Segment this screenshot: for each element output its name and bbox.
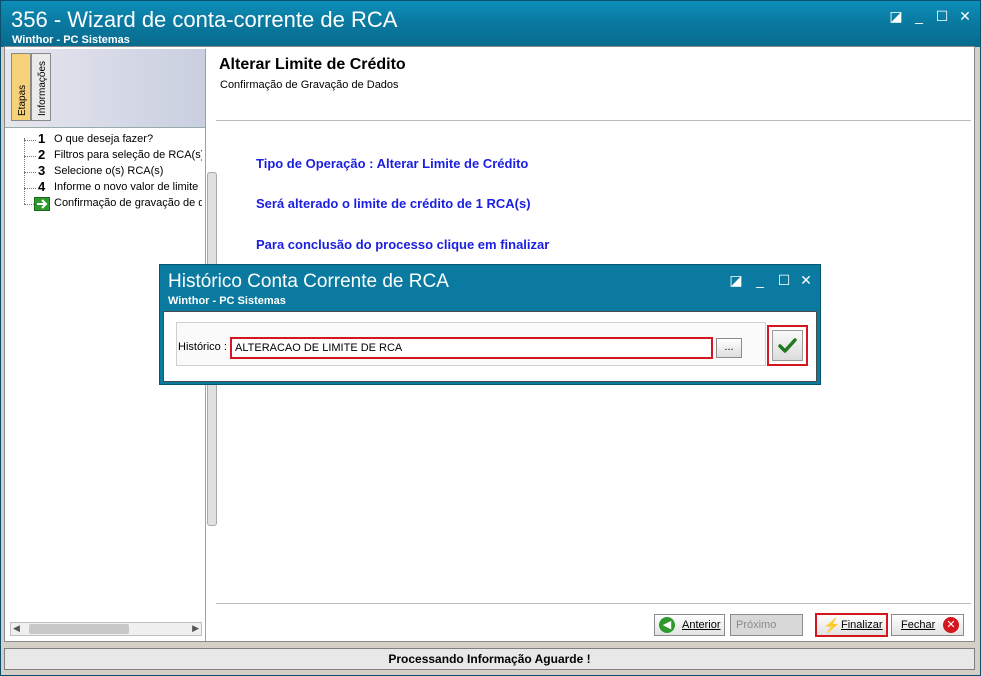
proximo-button[interactable]: Próximo [730,614,803,636]
dialog-maximize-icon[interactable]: ☐ [776,273,792,287]
ellipsis-button[interactable]: ... [716,338,742,358]
instruction-text: Para conclusão do processo clique em fin… [256,237,550,252]
status-text: Processando Informação Aguarde ! [388,652,591,666]
lightning-icon: ⚡ [823,617,841,633]
dialog-title: Histórico Conta Corrente de RCA [168,271,449,292]
bottom-separator [216,603,971,604]
step-label: Selecione o(s) RCA(s) [54,165,164,177]
confirm-button[interactable] [767,325,808,366]
step-item-2[interactable]: 2 Filtros para seleção de RCA(s) [10,148,202,164]
step-label: Filtros para seleção de RCA(s) [54,149,202,161]
dialog-subtitle: Winthor - PC Sistemas [168,295,286,307]
anterior-button[interactable]: ◀ Anterior [654,614,725,636]
historico-label: Histórico : [178,341,227,353]
arrow-left-icon: ◀ [659,617,675,633]
historico-dialog: Histórico Conta Corrente de RCA Winthor … [159,264,821,385]
title-bar[interactable]: 356 - Wizard de conta-corrente de RCA Wi… [1,1,980,47]
window-title: 356 - Wizard de conta-corrente de RCA [11,7,398,32]
tab-etapas[interactable]: Etapas [11,53,31,121]
close-icon[interactable]: ✕ [957,9,973,23]
close-circle-icon: ✕ [943,617,959,633]
tab-informacoes-label: Informações [37,60,48,116]
finalizar-button[interactable]: ⚡ Finalizar [815,613,888,637]
page-title: Alterar Limite de Crédito [219,56,406,73]
status-bar: Processando Informação Aguarde ! [4,648,975,670]
fechar-button[interactable]: Fechar ✕ [891,614,964,636]
page-subtitle: Confirmação de Gravação de Dados [220,79,399,91]
maximize-icon[interactable]: ☐ [934,9,950,23]
tab-informacoes[interactable]: Informações [31,53,51,121]
tree-horizontal-scrollbar[interactable]: ◀ ▶ [10,622,202,636]
step-item-5[interactable]: Confirmação de gravação de d [10,196,202,212]
step-label: Informe o novo valor de limite [54,181,199,193]
tab-etapas-label: Etapas [17,84,28,116]
dialog-close-icon[interactable]: ✕ [798,273,814,287]
scroll-right-icon[interactable]: ▶ [192,623,199,634]
operation-type-text: Tipo de Operação : Alterar Limite de Cré… [256,156,529,171]
panel-tabstrip: Etapas Informações [5,49,205,128]
step-item-3[interactable]: 3 Selecione o(s) RCA(s) [10,164,202,180]
step-item-4[interactable]: 4 Informe o novo valor de limite [10,180,202,196]
scroll-left-icon[interactable]: ◀ [13,623,20,634]
scroll-thumb[interactable] [29,624,129,634]
dialog-restore-icon[interactable]: ◪ [728,273,744,287]
checkmark-icon [778,338,797,353]
window-subtitle: Winthor - PC Sistemas [12,34,130,46]
step-number: 4 [38,180,46,194]
dialog-minimize-icon[interactable]: _ [752,273,768,287]
restore-icon[interactable]: ◪ [888,9,904,23]
step-item-1[interactable]: 1 O que deseja fazer? [10,132,202,148]
minimize-icon[interactable]: _ [911,9,927,23]
arrow-right-icon [34,197,50,211]
historico-input[interactable] [230,337,713,359]
step-label: Confirmação de gravação de d [54,197,202,209]
step-number: 3 [38,164,46,178]
step-label: O que deseja fazer? [54,133,154,145]
step-number: 2 [38,148,46,162]
step-number: 1 [38,132,46,146]
affected-count-text: Será alterado o limite de crédito de 1 R… [256,196,531,211]
